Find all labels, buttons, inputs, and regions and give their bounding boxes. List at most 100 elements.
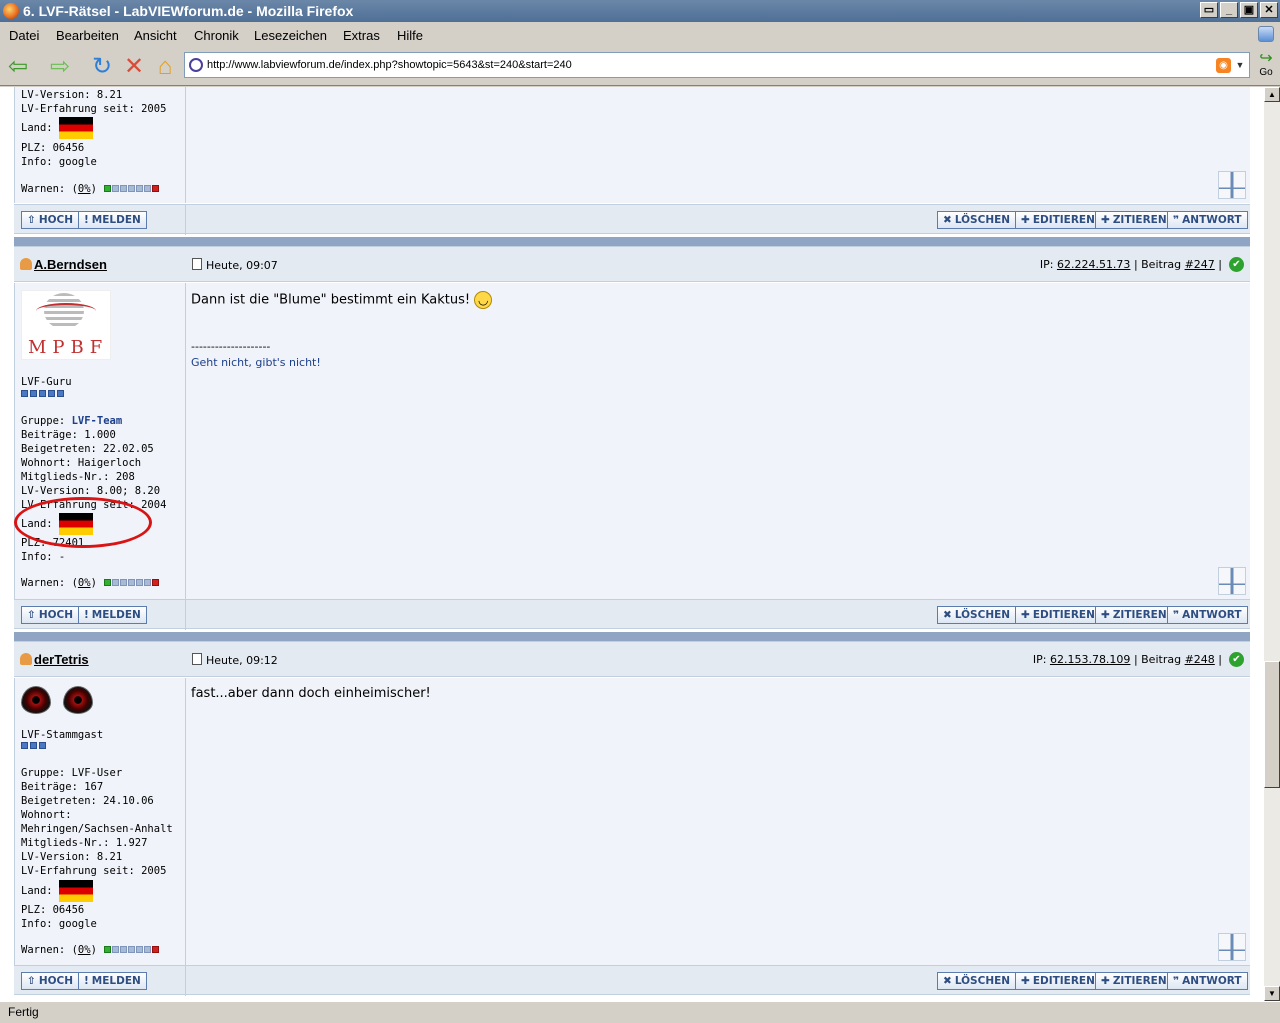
user-rank: LVF-Stammgast: [21, 729, 104, 741]
menu-datei[interactable]: Datei: [9, 28, 39, 43]
exclamation-icon: !: [84, 975, 89, 987]
menu-chronik[interactable]: Chronik: [194, 28, 239, 43]
warn-level-icon: [128, 185, 136, 192]
editieren-button[interactable]: ✚ EDITIEREN: [1015, 211, 1101, 229]
hoch-button[interactable]: ⇧ HOCH: [21, 972, 80, 990]
melden-button[interactable]: ! MELDEN: [78, 211, 147, 229]
scroll-down-icon[interactable]: ▼: [1264, 986, 1280, 1001]
scrollbar-thumb[interactable]: [1264, 661, 1280, 788]
forward-arrow-icon[interactable]: ⇨: [46, 53, 74, 81]
post-number-link[interactable]: #248: [1185, 653, 1215, 666]
editieren-button[interactable]: ✚ EDITIEREN: [1015, 972, 1101, 990]
zitieren-button[interactable]: ✚ ZITIEREN: [1095, 211, 1173, 229]
antwort-button[interactable]: ❞ ANTWORT: [1167, 211, 1248, 229]
antwort-label: ANTWORT: [1182, 975, 1242, 987]
loeschen-label: LÖSCHEN: [954, 609, 1011, 621]
warn-level-icon: [136, 579, 144, 586]
home-icon[interactable]: ⌂: [151, 53, 179, 81]
back-arrow-icon[interactable]: ⇦: [4, 53, 32, 81]
post-message: fast...aber dann doch einheimischer!: [191, 686, 431, 701]
post-action-bar: ⇧ HOCH ! MELDEN ✖ LÖSCHEN ✚ EDITIEREN ✚ ZITIE…: [14, 965, 1250, 996]
menu-ansicht[interactable]: Ansicht: [134, 28, 177, 43]
post-number-link[interactable]: #247: [1185, 258, 1215, 271]
address-bar[interactable]: http://www.labviewforum.de/index.php?sho…: [184, 52, 1250, 78]
menubar: Datei Bearbeiten Ansicht Chronik Lesezei…: [0, 22, 1280, 48]
hoch-button[interactable]: ⇧ HOCH: [21, 606, 80, 624]
check-icon[interactable]: ✔: [1229, 652, 1244, 667]
ip-label: IP:: [1032, 653, 1047, 666]
rank-pip-icon: [30, 742, 37, 749]
loeschen-button[interactable]: ✖ LÖSCHEN: [937, 972, 1017, 990]
warn-label: Warnen: (: [21, 577, 78, 589]
site-favicon-icon: [189, 58, 203, 72]
close-button[interactable]: ✕: [1260, 2, 1278, 18]
author-name[interactable]: derTetris: [34, 652, 89, 667]
antwort-button[interactable]: ❞ ANTWORT: [1167, 972, 1248, 990]
rss-feed-icon[interactable]: ◉: [1216, 58, 1231, 73]
zitieren-label: ZITIEREN: [1112, 214, 1167, 226]
melden-button[interactable]: ! MELDEN: [78, 606, 147, 624]
warn-percent[interactable]: 0%: [78, 577, 91, 589]
antwort-button[interactable]: ❞ ANTWORT: [1167, 606, 1248, 624]
report-graph-icon[interactable]: [1218, 933, 1246, 961]
menu-bearbeiten[interactable]: Bearbeiten: [56, 28, 119, 43]
zitieren-button[interactable]: ✚ ZITIEREN: [1095, 972, 1173, 990]
delete-x-icon: ✖: [943, 214, 952, 226]
user-icon: [20, 258, 32, 270]
rank-pip-icon: [39, 390, 46, 397]
gruppe-label: Gruppe:: [21, 415, 66, 427]
rank-pip-icon: [57, 390, 64, 397]
warn-level-icon: [104, 579, 112, 586]
vertical-scrollbar[interactable]: ▲ ▼: [1264, 87, 1280, 1001]
url-dropdown-icon[interactable]: ▼: [1233, 53, 1247, 77]
plus-icon: ✚: [1101, 214, 1110, 226]
menu-extras[interactable]: Extras: [343, 28, 380, 43]
warn-level-icon: [128, 579, 136, 586]
warn-row: Warnen: (0%): [21, 183, 160, 195]
stop-icon[interactable]: ✕: [120, 53, 148, 81]
menu-lesezeichen[interactable]: Lesezeichen: [254, 28, 327, 43]
ip-link[interactable]: 62.153.78.109: [1050, 653, 1130, 666]
reload-icon[interactable]: ↻: [88, 53, 116, 81]
loeschen-button[interactable]: ✖ LÖSCHEN: [937, 606, 1017, 624]
editieren-button[interactable]: ✚ EDITIEREN: [1015, 606, 1101, 624]
melden-button[interactable]: ! MELDEN: [78, 972, 147, 990]
post-author[interactable]: derTetris: [20, 652, 89, 667]
restore-icon[interactable]: ▭: [1200, 2, 1218, 18]
loeschen-button[interactable]: ✖ LÖSCHEN: [937, 211, 1017, 229]
zitieren-label: ZITIEREN: [1112, 609, 1167, 621]
minimize-button[interactable]: _: [1220, 2, 1238, 18]
hoch-label: HOCH: [38, 214, 74, 226]
go-label: Go: [1259, 67, 1273, 78]
plus-icon: ✚: [1021, 214, 1030, 226]
report-graph-icon[interactable]: [1218, 171, 1246, 199]
loeschen-label: LÖSCHEN: [954, 975, 1011, 987]
plus-icon: ✚: [1101, 975, 1110, 987]
ip-link[interactable]: 62.224.51.73: [1057, 258, 1130, 271]
maximize-button[interactable]: ▣: [1240, 2, 1258, 18]
melden-label: MELDEN: [91, 214, 141, 226]
hoch-button[interactable]: ⇧ HOCH: [21, 211, 80, 229]
menu-hilfe[interactable]: Hilfe: [397, 28, 423, 43]
warn-level-icon: [112, 946, 120, 953]
zitieren-button[interactable]: ✚ ZITIEREN: [1095, 606, 1173, 624]
go-button[interactable]: ↪ Go: [1254, 51, 1278, 81]
arrow-up-icon: ⇧: [27, 975, 36, 987]
warn-level-icon: [136, 946, 144, 953]
post-message: Dann ist die "Blume" bestimmt ein Kaktus…: [191, 291, 493, 309]
author-name[interactable]: A.Berndsen: [34, 257, 107, 272]
message-text: Dann ist die "Blume" bestimmt ein Kaktus…: [191, 292, 471, 308]
report-graph-icon[interactable]: [1218, 567, 1246, 595]
warn-level-icon: [152, 946, 160, 953]
warn-percent[interactable]: 0%: [78, 944, 91, 956]
activity-indicator-icon: [1258, 26, 1274, 42]
scroll-up-icon[interactable]: ▲: [1264, 87, 1280, 102]
warn-percent[interactable]: 0%: [78, 183, 91, 195]
warn-close: ): [90, 183, 97, 195]
land-row: Land:: [21, 880, 93, 902]
check-icon[interactable]: ✔: [1229, 257, 1244, 272]
land-row: Land:: [21, 117, 93, 139]
signature-line: --------------------: [191, 340, 271, 353]
post-author[interactable]: A.Berndsen: [20, 257, 107, 272]
rank-pip-icon: [21, 742, 28, 749]
